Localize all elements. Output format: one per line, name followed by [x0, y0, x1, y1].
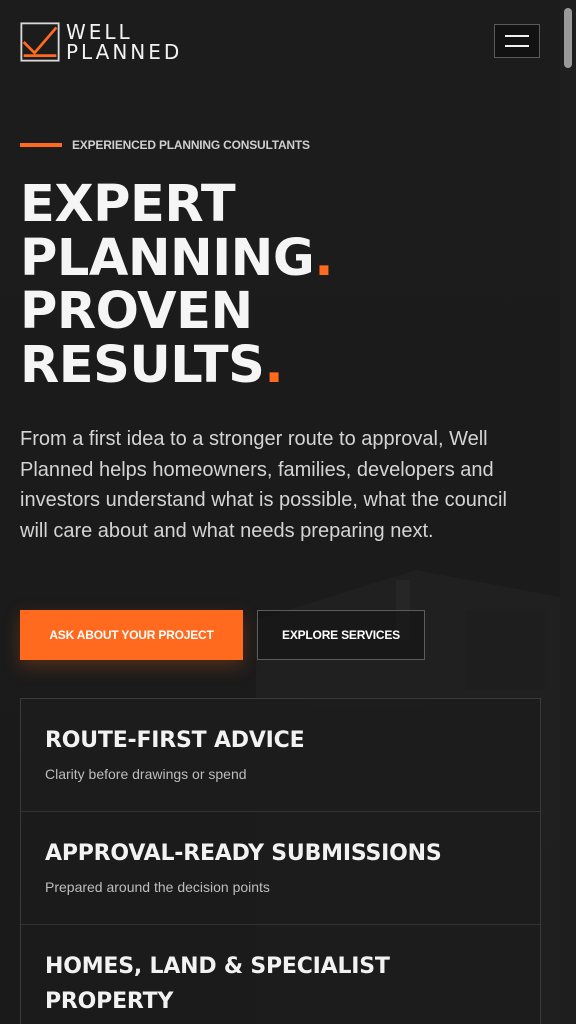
headline-accent-dot: .	[264, 335, 284, 395]
feature-subtitle: Prepared around the decision points	[45, 879, 270, 895]
features-card: ROUTE-FIRST ADVICE Clarity before drawin…	[20, 698, 541, 1024]
headline-line-4: RESULTS.	[20, 335, 284, 395]
eyebrow-text: EXPERIENCED PLANNING CONSULTANTS	[72, 138, 310, 152]
feature-subtitle: Clarity before drawings or spend	[45, 766, 247, 782]
logo-mark-icon	[20, 22, 60, 62]
feature-item: HOMES, LAND & SPECIALIST PROPERTY	[21, 925, 540, 1024]
explore-services-button[interactable]: EXPLORE SERVICES	[257, 610, 425, 660]
feature-title: APPROVAL-READY SUBMISSIONS	[45, 841, 442, 866]
feature-item: APPROVAL-READY SUBMISSIONS Prepared arou…	[21, 812, 540, 925]
hero-headline: EXPERT PLANNING. PROVEN RESULTS.	[20, 178, 540, 392]
headline-line-1: EXPERT	[20, 175, 236, 234]
logo-line-2: PLANNED	[66, 40, 183, 64]
headline-line-2: PLANNING.	[20, 228, 334, 288]
feature-title: ROUTE-FIRST ADVICE	[45, 728, 305, 753]
hamburger-icon	[505, 35, 529, 47]
headline-accent-dot: .	[314, 228, 334, 288]
scrollbar[interactable]	[560, 0, 576, 1024]
hero-intro: From a first idea to a stronger route to…	[20, 428, 507, 542]
feature-item: ROUTE-FIRST ADVICE Clarity before drawin…	[21, 699, 540, 812]
scrollbar-thumb[interactable]	[564, 8, 572, 68]
logo-line-1: WELL	[66, 20, 133, 44]
logo[interactable]: WELL PLANNED	[20, 22, 182, 62]
site-header: WELL PLANNED	[20, 20, 540, 64]
page: WELL PLANNED EXPERIENCED PLANNING CONSUL…	[0, 0, 576, 1024]
eyebrow-accent-line	[20, 143, 62, 147]
feature-title: HOMES, LAND & SPECIALIST PROPERTY	[45, 954, 390, 1014]
eyebrow: EXPERIENCED PLANNING CONSULTANTS	[20, 138, 310, 152]
ask-about-project-button[interactable]: ASK ABOUT YOUR PROJECT	[20, 610, 243, 660]
menu-button[interactable]	[494, 24, 540, 58]
logo-wordmark: WELL PLANNED	[66, 22, 182, 62]
headline-line-3: PROVEN	[20, 282, 253, 341]
